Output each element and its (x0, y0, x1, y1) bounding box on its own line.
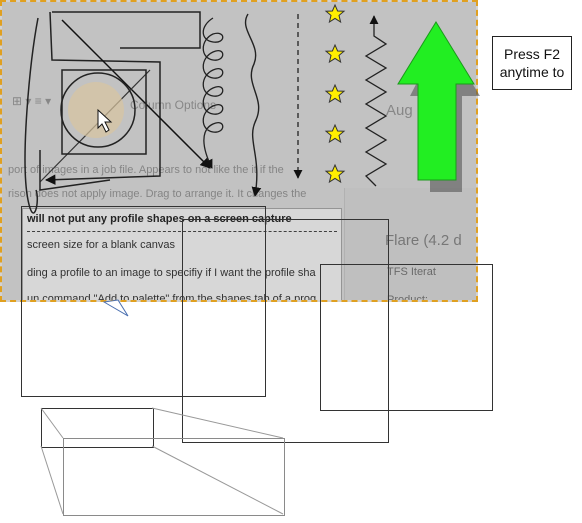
f2-hint-line: Press F2 (503, 46, 560, 62)
freehand-stroke (24, 17, 39, 214)
callout-tail (102, 299, 129, 317)
zoom-connector-line (151, 407, 284, 439)
star-icon (324, 163, 346, 184)
f2-hint-note: Press F2 anytime to (492, 36, 572, 90)
zoom-connector-line (40, 445, 64, 515)
star-icon (324, 83, 346, 104)
star-icon (324, 43, 346, 64)
freehand-polyline (52, 11, 201, 49)
f2-hint-line: anytime to (499, 64, 565, 80)
zoom-connector-line (40, 407, 64, 439)
wavy-arrow (244, 13, 262, 197)
star-icon (324, 3, 346, 24)
highlight-circle (68, 82, 124, 138)
zigzag-line (39, 150, 111, 191)
zigzag-arrow (364, 15, 388, 187)
coil-stroke (202, 17, 224, 169)
star-icon (324, 123, 346, 144)
zoom-connector-line (151, 445, 284, 515)
green-up-arrow-icon (397, 21, 475, 181)
